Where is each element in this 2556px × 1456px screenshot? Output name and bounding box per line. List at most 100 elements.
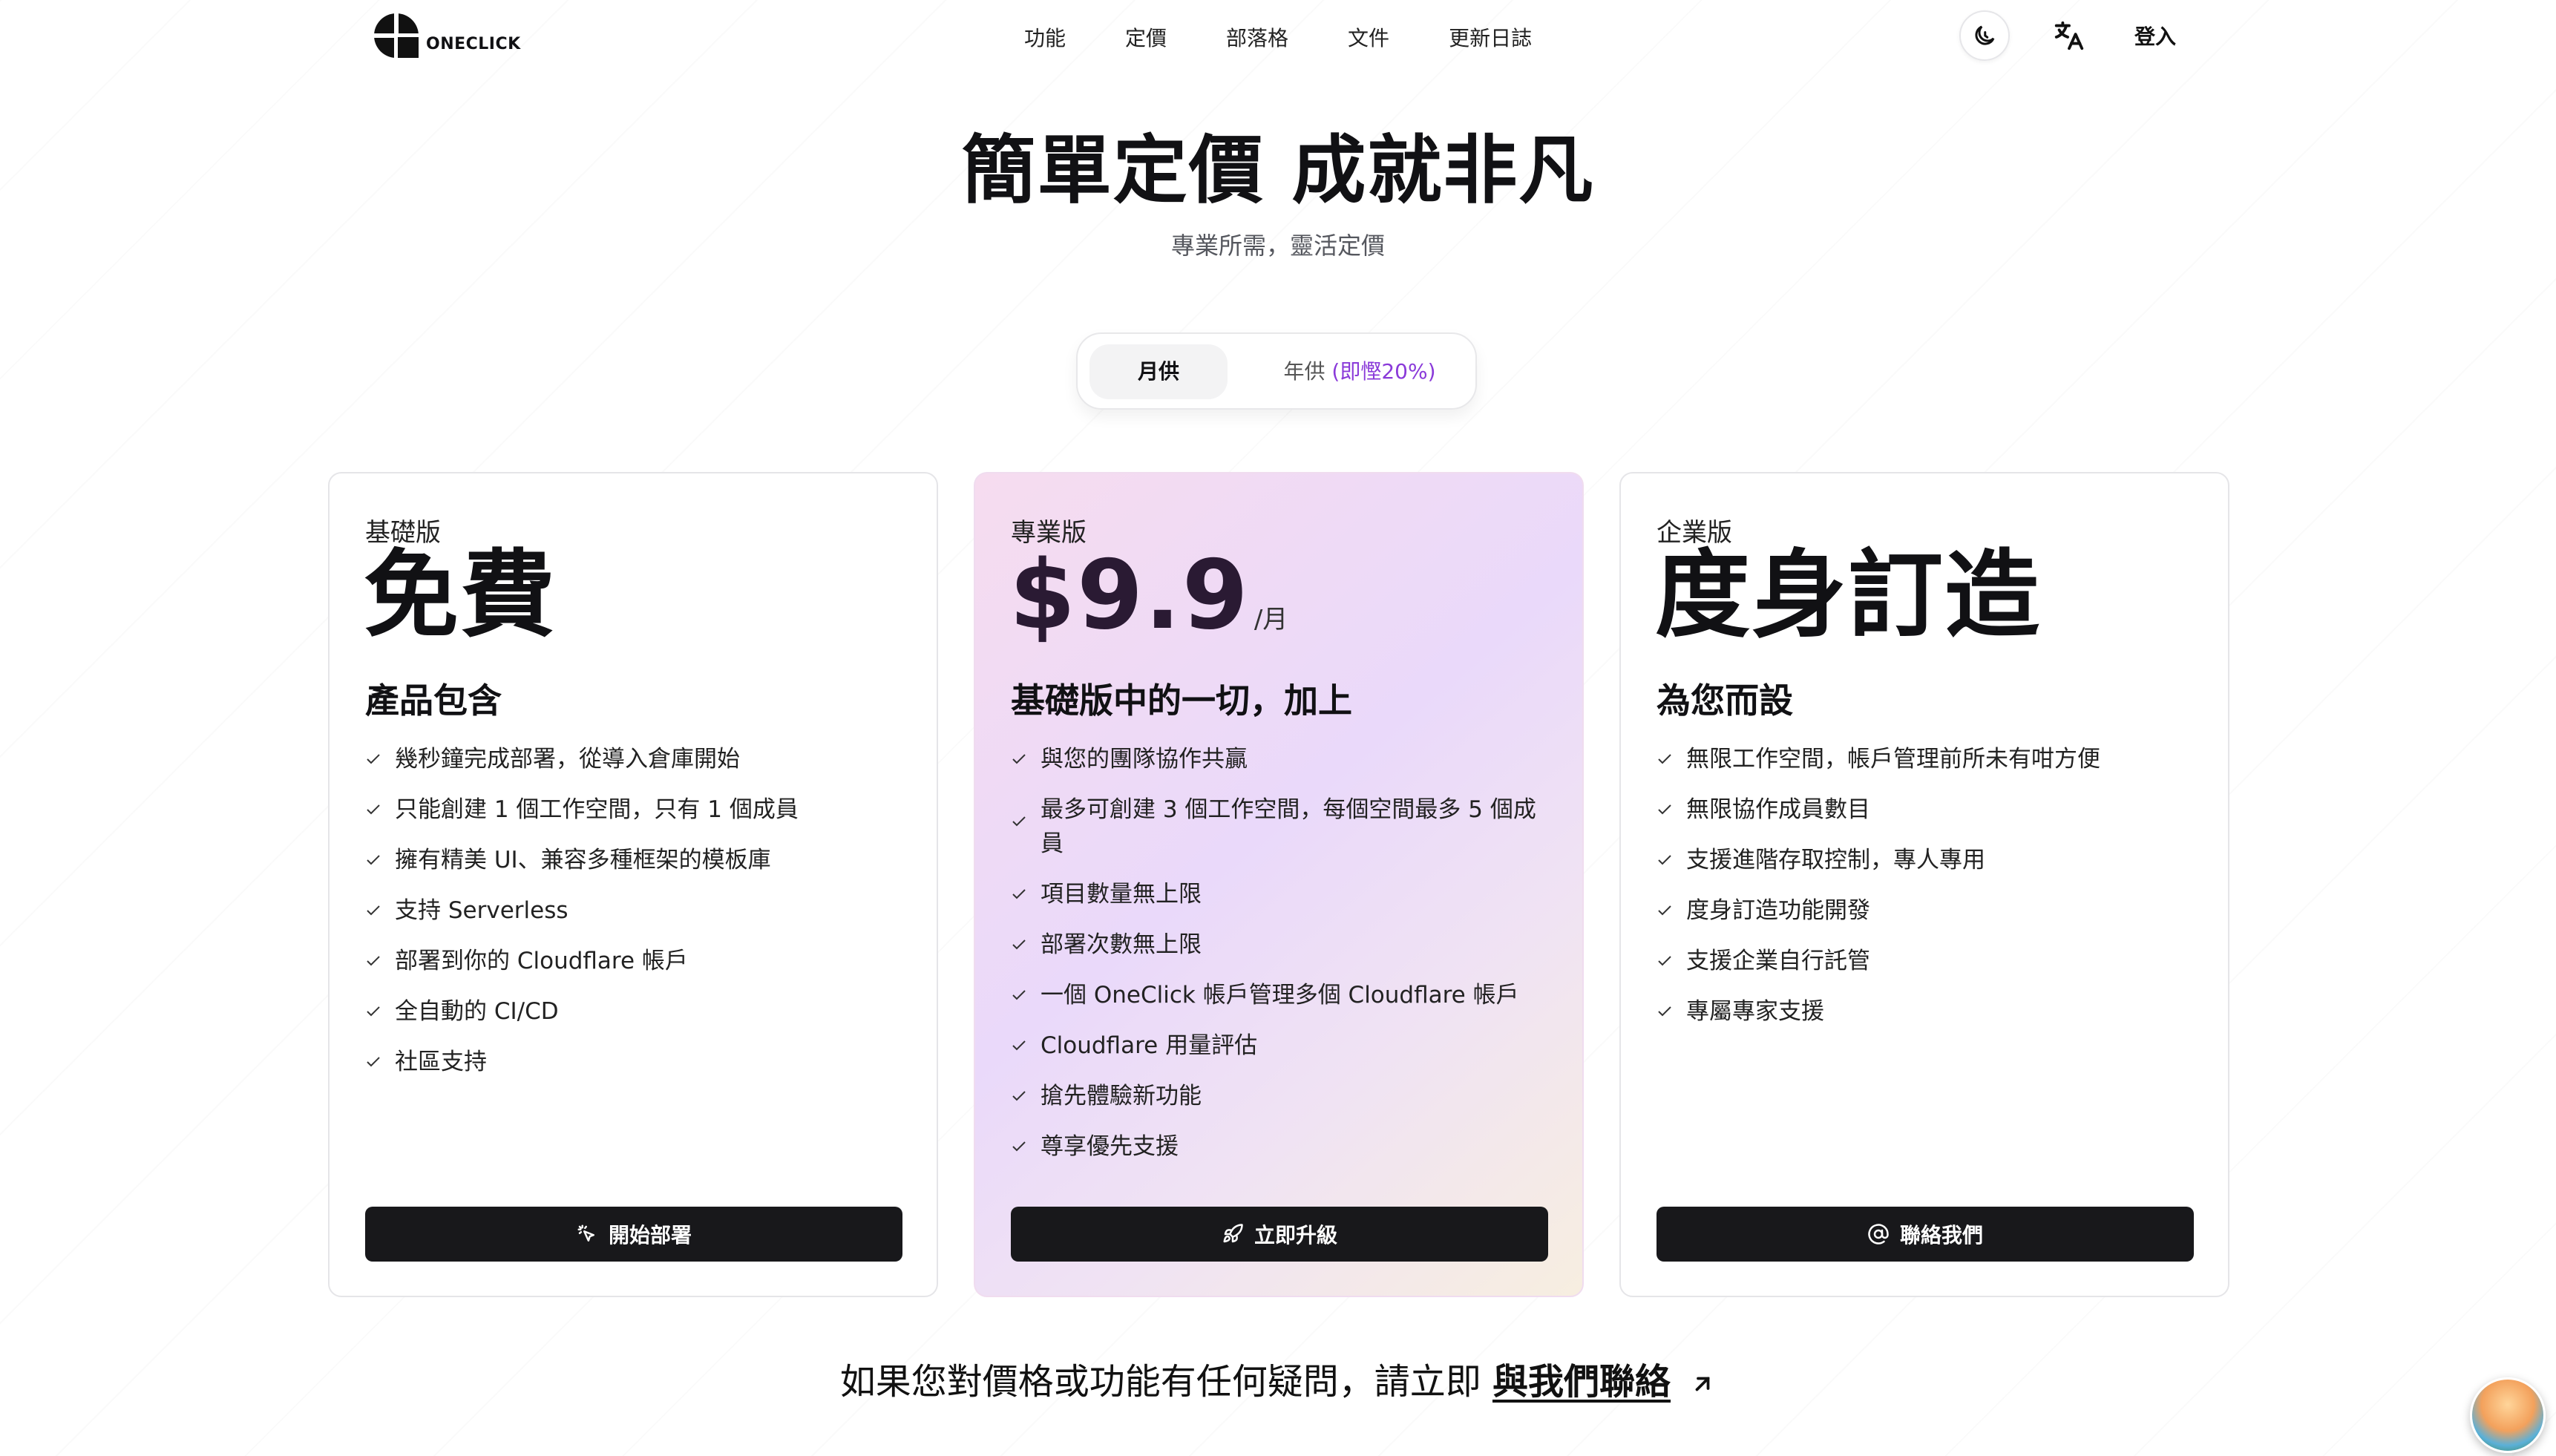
feature-item: 幾秒鐘完成部署，從導入倉庫開始 [365,742,902,776]
header-actions: 登入 [1959,10,2176,61]
check-icon [1012,816,1026,827]
floating-assistant-widget[interactable] [2470,1377,2546,1453]
check-icon [1658,754,1671,764]
login-link[interactable]: 登入 [2134,21,2176,50]
page-title: 簡單定價 成就非凡 [961,127,1595,214]
check-icon [1012,754,1026,764]
feature-item: 支援進階存取控制，專人專用 [1657,843,2194,877]
billing-yearly-label: 年供 [1283,359,1325,384]
check-icon [1658,956,1671,966]
start-deploy-label: 開始部署 [608,1223,692,1247]
theme-toggle-button[interactable] [1959,10,2010,61]
billing-monthly-option[interactable]: 月供 [1089,344,1228,399]
billing-period-toggle: 月供 年供 (即慳20%) [1076,332,1477,410]
feature-item: 全自動的 CI/CD [365,994,902,1029]
feature-text: 只能創建 1 個工作空間，只有 1 個成員 [395,796,799,823]
feature-text: Cloudflare 用量評估 [1041,1032,1258,1059]
plan-price: 免費 [364,540,557,652]
at-sign-icon [1868,1224,1889,1245]
nav-item-blog[interactable]: 部落格 [1226,22,1288,52]
feature-item: 搶先體驗新功能 [1011,1079,1548,1113]
top-header: ONECLICK 功能 定價 部落格 文件 更新日誌 登入 [0,0,2556,74]
moon-clock-icon [1975,25,1995,45]
plan-price-value: $9.9 [1009,540,1250,651]
feature-text: 專屬專家支援 [1686,998,1824,1025]
feature-item: 與您的團隊協作共贏 [1011,742,1548,776]
feature-text: 尊享優先支援 [1041,1133,1179,1160]
check-icon [367,754,380,764]
brand-logo[interactable]: ONECLICK [373,12,521,59]
feature-item: 項目數量無上限 [1011,877,1548,911]
plan-features-list: 無限工作空間，帳戶管理前所未有咁方便 無限協作成員數目 支援進階存取控制，專人專… [1657,742,2194,1045]
feature-item: 度身訂造功能開發 [1657,893,2194,928]
nav-item-docs[interactable]: 文件 [1348,22,1389,52]
contact-us-button[interactable]: 聯絡我們 [1657,1207,2194,1262]
check-icon [367,1057,380,1067]
upgrade-now-button[interactable]: 立即升級 [1011,1207,1548,1262]
check-icon [367,956,380,966]
contact-prompt-text: 如果您對價格或功能有任何疑問，請立即 [839,1361,1481,1403]
check-icon [1012,1141,1026,1152]
feature-text: 一個 OneClick 帳戶管理多個 Cloudflare 帳戶 [1041,982,1519,1009]
feature-text: 項目數量無上限 [1041,881,1202,908]
feature-item: 社區支持 [365,1045,902,1079]
feature-item: 支持 Serverless [365,893,902,928]
feature-item: 專屬專家支援 [1657,994,2194,1029]
feature-text: 部署次數無上限 [1041,931,1202,958]
check-icon [1012,1040,1026,1051]
feature-text: 搶先體驗新功能 [1041,1083,1202,1109]
feature-item: 擁有精美 UI、兼容多種框架的模板庫 [365,843,902,877]
page-subtitle: 專業所需，靈活定價 [1170,232,1385,260]
nav-item-pricing[interactable]: 定價 [1125,22,1167,52]
start-deploy-button[interactable]: 開始部署 [365,1207,902,1262]
plan-price-period: /月 [1254,605,1288,634]
brand-name: ONECLICK [426,35,521,53]
feature-text: 支持 Serverless [395,897,568,924]
check-icon [1012,1091,1026,1101]
feature-text: 度身訂造功能開發 [1686,897,1870,924]
check-icon [1658,905,1671,916]
feature-item: 只能創建 1 個工作空間，只有 1 個成員 [365,793,902,827]
feature-text: 全自動的 CI/CD [395,998,559,1025]
check-icon [367,905,380,916]
billing-yearly-option[interactable]: 年供 (即慳20%) [1256,344,1464,399]
feature-text: 社區支持 [395,1049,487,1075]
plan-card-pro: 專業版 $9.9/月 基礎版中的一切，加上 與您的團隊協作共贏 最多可創建 3 … [974,472,1584,1297]
feature-item: 尊享優先支援 [1011,1129,1548,1164]
feature-text: 無限工作空間，帳戶管理前所未有咁方便 [1686,746,2100,773]
plan-features-list: 與您的團隊協作共贏 最多可創建 3 個工作空間，每個空間最多 5 個成員 項目數… [1011,742,1548,1180]
feature-item: 部署次數無上限 [1011,928,1548,962]
contact-us-link[interactable]: 與我們聯絡 [1492,1361,1671,1403]
plan-features-title: 基礎版中的一切，加上 [1011,681,1352,721]
feature-item: 無限工作空間，帳戶管理前所未有咁方便 [1657,742,2194,776]
feature-text: 無限協作成員數目 [1686,796,1870,823]
check-icon [367,855,380,865]
arrow-up-right-icon [1695,1377,1710,1391]
pointer-click-icon [577,1224,594,1242]
plan-card-basic: 基礎版 免費 產品包含 幾秒鐘完成部署，從導入倉庫開始 只能創建 1 個工作空間… [328,472,938,1297]
feature-text: 擁有精美 UI、兼容多種框架的模板庫 [395,847,771,873]
main-nav: 功能 定價 部落格 文件 更新日誌 [1024,22,1532,52]
language-button[interactable] [2045,12,2093,59]
plan-price: 度身訂造 [1655,540,2041,652]
feature-text: 與您的團隊協作共贏 [1041,746,1248,773]
check-icon [1012,939,1026,950]
feature-text: 支援企業自行託管 [1686,948,1870,974]
feature-text: 部署到你的 Cloudflare 帳戶 [395,948,688,974]
yearly-discount-badge: (即慳20%) [1331,359,1436,384]
feature-item: 部署到你的 Cloudflare 帳戶 [365,944,902,978]
contact-prompt: 如果您對價格或功能有任何疑問，請立即 與我們聯絡 [0,1352,2556,1404]
nav-item-features[interactable]: 功能 [1024,22,1066,52]
check-icon [1658,1006,1671,1017]
feature-item: 一個 OneClick 帳戶管理多個 Cloudflare 帳戶 [1011,978,1548,1012]
check-icon [1658,855,1671,865]
plan-price-value: 度身訂造 [1655,540,2042,651]
check-icon [1658,804,1671,815]
rocket-icon [1223,1224,1243,1243]
nav-item-changelog[interactable]: 更新日誌 [1449,22,1532,52]
plan-price-value: 免費 [364,540,557,651]
plan-features-title: 為您而設 [1657,681,1793,721]
feature-item: 最多可創建 3 個工作空間，每個空間最多 5 個成員 [1011,793,1548,861]
translate-icon [2054,21,2084,50]
feature-text: 幾秒鐘完成部署，從導入倉庫開始 [395,746,740,773]
